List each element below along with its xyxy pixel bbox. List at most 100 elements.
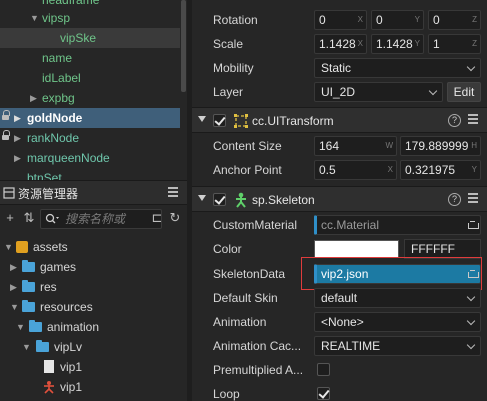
asset-row-animation[interactable]: ▼ animation (0, 317, 187, 337)
tree-node-ranknode[interactable]: ▶ rankNode (0, 128, 180, 148)
chevron-down-icon[interactable]: ▼ (4, 237, 13, 257)
axis-h-label: H (471, 141, 477, 150)
premultiplied-alpha-checkbox[interactable] (317, 363, 330, 376)
axis-y-label: Y (414, 15, 420, 24)
asset-row-vip1-file[interactable]: vip1 (0, 357, 187, 377)
skeleton-enabled-checkbox[interactable] (213, 193, 226, 206)
mobility-row: Mobility Static (192, 56, 487, 80)
tree-node-btnset[interactable]: btnSet (0, 168, 180, 180)
collapse-arrow-icon[interactable] (198, 116, 206, 122)
rotation-row: Rotation 0 X 0 Y 0 Z (192, 8, 487, 32)
uitransform-icon (234, 114, 248, 128)
asset-row-assets[interactable]: ▼ assets (0, 237, 187, 257)
tree-node-expbg[interactable]: ▶ expbg (0, 88, 180, 108)
layer-edit-button[interactable]: Edit (447, 82, 481, 102)
collapse-icon[interactable]: ⊏ (150, 211, 164, 225)
file-icon (44, 360, 54, 373)
anchor-y-input[interactable]: 0.321975 Y (400, 160, 481, 180)
menu-icon[interactable] (468, 114, 478, 126)
chevron-down-icon[interactable]: ▼ (10, 297, 19, 317)
asset-label: games (40, 260, 77, 274)
left-column: headframe ▼ vipsp vipSke name idLabel ▶ … (0, 0, 187, 401)
default-skin-select[interactable]: default (314, 288, 481, 308)
animation-select[interactable]: <None> (314, 312, 481, 332)
scale-z-input[interactable]: 1 Z (428, 34, 481, 54)
uitransform-enabled-checkbox[interactable] (213, 114, 226, 127)
sort-icon[interactable]: ⇅ (22, 211, 36, 225)
asset-row-res[interactable]: ▶ res (0, 277, 187, 297)
custom-material-value: cc.Material (321, 218, 380, 232)
help-icon[interactable]: ? (448, 114, 461, 127)
search-input[interactable] (65, 212, 160, 226)
folder-open-icon (29, 320, 42, 332)
add-icon[interactable]: + (3, 211, 17, 225)
asset-row-games[interactable]: ▶ games (0, 257, 187, 277)
layer-select[interactable]: UI_2D (314, 82, 443, 102)
default-skin-label: Default Skin (213, 291, 278, 305)
chevron-right-icon[interactable]: ▶ (10, 277, 17, 297)
chevron-right-icon[interactable]: ▶ (14, 108, 21, 128)
premultiplied-alpha-label: Premultiplied A... (213, 363, 304, 377)
tree-node-marqueennode[interactable]: ▶ marqueenNode (0, 148, 180, 168)
tree-node-name[interactable]: name (0, 48, 180, 68)
animation-label: Animation (213, 315, 267, 329)
anchor-x-input[interactable]: 0.5 X (314, 160, 397, 180)
rotation-z-input[interactable]: 0 Z (428, 10, 481, 30)
anchor-x-value: 0.5 (319, 163, 336, 177)
folder-icon (22, 260, 35, 272)
animation-cache-label: Animation Cac... (213, 339, 302, 353)
menu-icon[interactable] (468, 193, 478, 205)
assets-toolbar: + ⇅ ⊏ ↻ (0, 205, 187, 233)
color-swatch[interactable] (314, 240, 399, 258)
chevron-down-icon (466, 292, 476, 302)
asset-label: vip1 (60, 360, 83, 374)
layer-value: UI_2D (321, 85, 356, 99)
tree-node-label: vipSke (60, 31, 97, 45)
chevron-right-icon[interactable]: ▶ (14, 148, 21, 168)
lock-icon[interactable] (2, 130, 10, 142)
mobility-select[interactable]: Static (314, 58, 481, 78)
content-size-h-value: 179.889999 (405, 139, 469, 153)
content-size-row: Content Size 164 W 179.889999 H (192, 134, 487, 158)
tree-node-label: goldNode (27, 111, 83, 125)
help-icon[interactable]: ? (448, 193, 461, 206)
collapse-arrow-icon[interactable] (198, 195, 206, 201)
animation-cache-select[interactable]: REALTIME (314, 336, 481, 356)
skeleton-header[interactable]: sp.Skeleton ? (192, 186, 487, 212)
search-field[interactable] (40, 209, 162, 229)
chevron-right-icon[interactable]: ▶ (10, 257, 17, 277)
asset-row-resources[interactable]: ▼ resources (0, 297, 187, 317)
content-size-h-input[interactable]: 179.889999 H (400, 136, 481, 156)
tree-node-vipsp[interactable]: ▼ vipsp (0, 8, 180, 28)
lock-icon[interactable] (2, 110, 10, 122)
tree-node-vipske[interactable]: vipSke (0, 28, 180, 48)
content-size-w-input[interactable]: 164 W (314, 136, 397, 156)
refresh-icon[interactable]: ↻ (168, 211, 182, 225)
chevron-right-icon[interactable]: ▶ (30, 88, 37, 108)
hierarchy-scrollbar[interactable] (181, 0, 186, 92)
scale-x-input[interactable]: 1.1428 X (314, 34, 367, 54)
rotation-y-input[interactable]: 0 Y (371, 10, 424, 30)
asset-locate-icon[interactable] (468, 219, 479, 229)
spine-skeleton-icon (44, 381, 54, 394)
asset-row-viplv[interactable]: ▼ vipLv (0, 337, 187, 357)
color-hex-input[interactable]: FFFFFF (404, 239, 481, 259)
assets-panel-title: 资源管理器 (18, 187, 79, 201)
tree-node-goldnode[interactable]: ▶ goldNode (0, 108, 180, 128)
rotation-x-input[interactable]: 0 X (314, 10, 367, 30)
uitransform-header[interactable]: cc.UITransform ? (192, 107, 487, 133)
anchor-y-value: 0.321975 (405, 163, 456, 177)
chevron-down-icon[interactable]: ▼ (22, 337, 31, 357)
menu-icon[interactable] (168, 187, 178, 199)
rotation-label: Rotation (213, 13, 258, 27)
custom-material-field[interactable]: cc.Material (314, 215, 481, 235)
axis-z-label: Z (472, 39, 477, 48)
asset-row-vip1-skeleton[interactable]: vip1 (0, 377, 187, 397)
tree-node-idlabel[interactable]: idLabel (0, 68, 180, 88)
scale-y-input[interactable]: 1.1428 Y (371, 34, 424, 54)
loop-checkbox[interactable] (317, 387, 330, 400)
chevron-down-icon[interactable]: ▼ (16, 317, 25, 337)
axis-x-label: X (357, 15, 363, 24)
chevron-right-icon[interactable]: ▶ (14, 128, 21, 148)
chevron-down-icon[interactable]: ▼ (30, 8, 39, 28)
